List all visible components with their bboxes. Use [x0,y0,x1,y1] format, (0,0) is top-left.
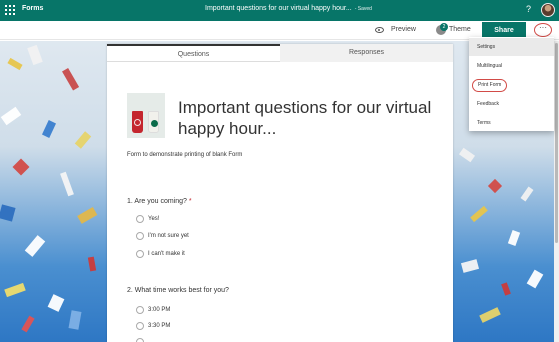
app-name[interactable]: Forms [22,5,43,12]
radio-button[interactable] [136,232,144,240]
option-label: I can't make it [148,251,185,257]
required-marker: * [188,198,192,205]
form-cover-image[interactable] [127,93,165,138]
tab-bar: Questions Responses [107,44,453,62]
option-label: Yes! [148,216,160,222]
option-label: 3:00 PM [148,307,171,313]
theme-button[interactable]: Theme [449,26,471,33]
radio-button[interactable] [136,322,144,330]
form-description[interactable]: Form to demonstrate printing of blank Fo… [127,152,242,158]
form-title[interactable]: Important questions for our virtual happ… [178,97,438,139]
red-cup-image [132,111,143,133]
question-1-title[interactable]: 1. Are you coming? * [127,198,192,205]
question-2-label: 2. What time works best for you? [127,287,229,294]
more-options-menu: Settings Multilingual Print Form Feedbac… [469,37,554,131]
tab-questions[interactable]: Questions [107,44,280,62]
avatar[interactable] [541,3,555,17]
theme-badge: 2 [440,23,448,31]
page-scrollbar[interactable] [554,41,559,342]
question-2-title[interactable]: 2. What time works best for you? [127,287,229,294]
app-launcher-icon[interactable] [5,5,16,16]
menu-item-settings[interactable]: Settings [469,38,554,56]
menu-item-feedback[interactable]: Feedback [469,95,554,113]
scrollbar-thumb[interactable] [555,43,558,243]
eye-icon[interactable] [375,27,384,33]
preview-button[interactable]: Preview [391,26,416,33]
white-cup-image [148,111,159,133]
document-title-text: Important questions for our virtual happ… [205,5,352,12]
option-label: I'm not sure yet [148,233,189,239]
menu-item-terms[interactable]: Terms [469,114,554,132]
tab-responses[interactable]: Responses [280,44,453,62]
form-card: Questions Responses Important questions … [107,44,453,342]
radio-button[interactable] [136,306,144,314]
menu-item-multilingual[interactable]: Multilingual [469,57,554,75]
app-header: Forms Important questions for our virtua… [0,0,559,21]
document-title[interactable]: Important questions for our virtual happ… [205,5,372,12]
radio-button[interactable] [136,215,144,223]
help-icon[interactable]: ? [526,4,531,14]
radio-button[interactable] [136,250,144,258]
menu-item-print-form[interactable]: Print Form [469,76,554,94]
more-options-button[interactable]: ··· [534,23,552,37]
option-label: 3:30 PM [148,323,171,329]
save-status: - Saved [354,6,372,12]
radio-button[interactable] [136,338,144,342]
question-1-label: 1. Are you coming? [127,198,187,205]
